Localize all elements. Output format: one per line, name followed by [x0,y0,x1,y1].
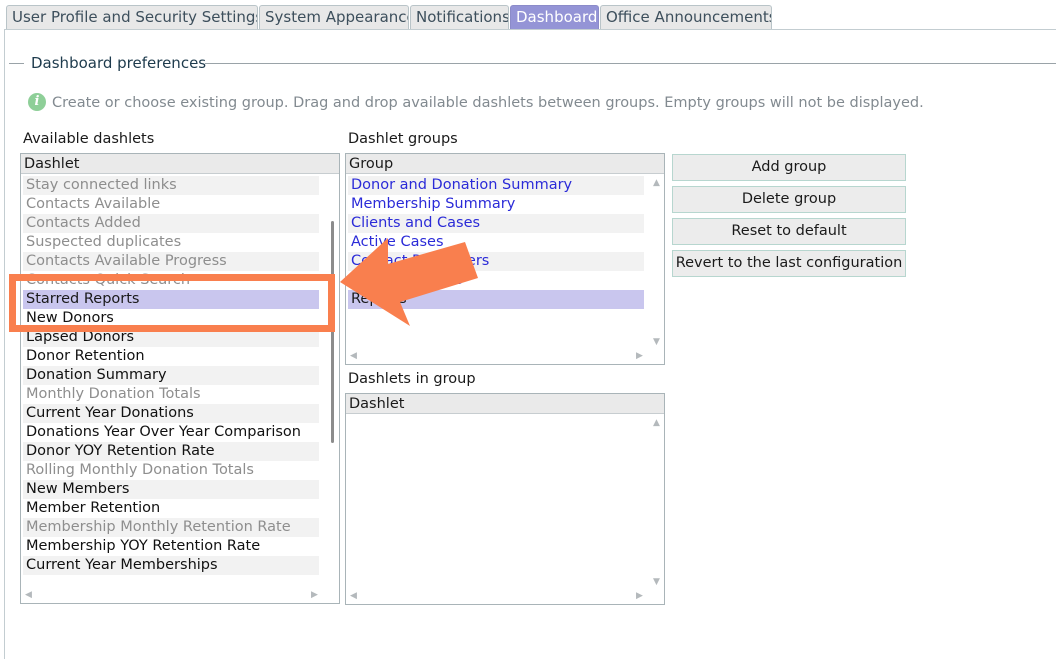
dashlet-item[interactable]: Current Year Donations [23,404,319,423]
tab-user-profile[interactable]: User Profile and Security Settings [6,5,258,29]
info-message: i Create or choose existing group. Drag a… [28,93,924,113]
dashlet-item[interactable]: New Donors [23,309,319,328]
dashlet-item[interactable]: Contacts Added [23,214,319,233]
group-item[interactable]: Help Resources [348,271,644,290]
dashlet-item[interactable]: Membership YOY Retention Rate [23,537,319,556]
tab-system-appearance[interactable]: System Appearance [259,5,409,29]
scroll-left-icon[interactable]: ◀ [25,590,32,600]
dashlet-item[interactable]: Rolling Monthly Donation Totals [23,461,319,480]
reset-default-button[interactable]: Reset to default [672,218,906,245]
revert-configuration-button[interactable]: Revert to the last configuration [672,250,906,277]
scroll-down-icon[interactable]: ▼ [653,577,660,587]
tab-dashboard[interactable]: Dashboard [510,5,599,29]
tab-notifications[interactable]: Notifications [410,5,509,29]
dashlet-groups-label: Dashlet groups [348,131,458,147]
dashlet-item[interactable]: Current Year Memberships [23,556,319,575]
dashlet-item[interactable]: Starred Reports [23,290,319,309]
column-header[interactable]: Dashlet [346,394,664,414]
group-item[interactable]: Membership Summary [348,195,644,214]
group-item[interactable]: Reports [348,290,644,309]
dashlet-item[interactable]: Donor YOY Retention Rate [23,442,319,461]
group-item[interactable]: Clients and Cases [348,214,644,233]
dashlet-item[interactable]: Contacts Available [23,195,319,214]
dashlet-item[interactable]: Monthly Donation Totals [23,385,319,404]
dashlet-item[interactable]: Lapsed Donors [23,328,319,347]
dashlet-item[interactable]: Donation Summary [23,366,319,385]
scroll-left-icon[interactable]: ◀ [350,351,357,361]
info-text: Create or choose existing group. Drag an… [52,95,924,111]
tab-office-announcements[interactable]: Office Announcements [600,5,772,29]
tab-bar: User Profile and Security Settings Syste… [0,0,1056,30]
dashlet-item[interactable]: Contacts Available Progress [23,252,319,271]
dashlet-item[interactable]: Donor Retention [23,347,319,366]
dashlet-item[interactable]: Member Retention [23,499,319,518]
scroll-right-icon[interactable]: ▶ [311,590,318,600]
horizontal-scrollbar[interactable]: ◀ ▶ [346,349,650,363]
column-header[interactable]: Group [346,154,664,174]
available-dashlets-list[interactable]: Dashlet Stay connected links Contacts Ava… [20,153,340,604]
dashlet-item[interactable]: Membership Monthly Retention Rate [23,518,319,537]
vertical-scrollbar[interactable] [327,175,339,589]
dashlets-in-group-label: Dashlets in group [348,371,476,387]
scroll-thumb[interactable] [331,221,334,443]
legend-line [9,63,24,64]
scroll-up-icon[interactable]: ▲ [653,178,660,188]
available-dashlets-label: Available dashlets [23,131,155,147]
horizontal-scrollbar[interactable]: ◀ ▶ [346,589,650,603]
horizontal-scrollbar[interactable]: ◀ ▶ [21,588,327,602]
add-group-button[interactable]: Add group [672,154,906,181]
scroll-right-icon[interactable]: ▶ [636,351,643,361]
dashlets-in-group-list[interactable]: Dashlet ▲ ▼ ◀ ▶ [345,393,665,605]
group-item[interactable]: Donor and Donation Summary [348,176,644,195]
group-item[interactable]: Contact Reminders [348,252,644,271]
column-header[interactable]: Dashlet [21,154,339,174]
dashlet-item[interactable]: Stay connected links [23,176,319,195]
dashlet-item[interactable]: Contacts Quick Search [23,271,319,290]
delete-group-button[interactable]: Delete group [672,186,906,213]
vertical-scrollbar[interactable]: ▲ ▼ [650,175,664,347]
dashlet-item[interactable]: New Members [23,480,319,499]
vertical-scrollbar[interactable]: ▲ ▼ [650,415,664,587]
group-item[interactable]: Active Cases [348,233,644,252]
legend-line [205,63,1056,64]
dashlet-item[interactable]: Suspected duplicates [23,233,319,252]
scroll-left-icon[interactable]: ◀ [350,591,357,601]
scroll-up-icon[interactable]: ▲ [653,418,660,428]
info-icon: i [28,93,46,111]
scroll-right-icon[interactable]: ▶ [636,591,643,601]
dashlet-item[interactable]: Donations Year Over Year Comparison [23,423,319,442]
section-title: Dashboard preferences [31,54,207,72]
scroll-down-icon[interactable]: ▼ [653,337,660,347]
dashlet-groups-list[interactable]: Group Donor and Donation Summary Membersh… [345,153,665,365]
